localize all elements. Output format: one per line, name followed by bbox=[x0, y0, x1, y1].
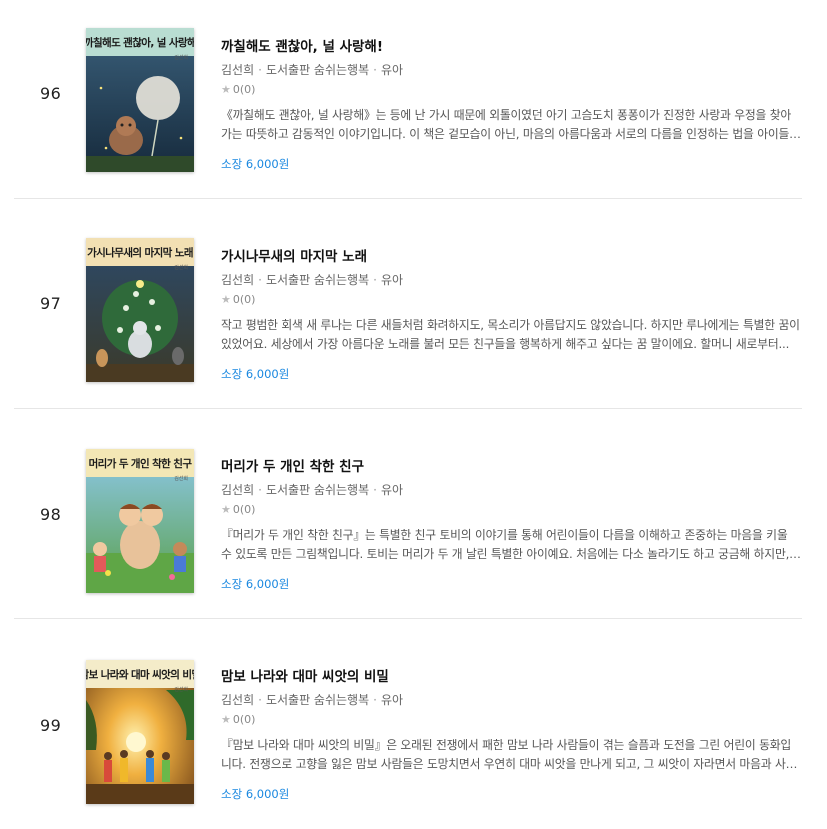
book-description: 《까칠해도 괜찮아, 널 사랑해》는 등에 난 가시 때문에 외톨이였던 아기 … bbox=[221, 108, 800, 141]
rating-value: 0(0) bbox=[232, 83, 256, 96]
cover-title: 가시나무새의 마지막 노래 bbox=[87, 246, 193, 259]
rank-number: 96 bbox=[40, 84, 62, 103]
category-link[interactable]: 유아 bbox=[381, 273, 403, 287]
star-icon: ★ bbox=[221, 503, 231, 516]
list-item: 99 보 나라와 대마 씨앗의 비 김선희 맘보 나라와 대마 씨앗의 비밀 김… bbox=[14, 619, 802, 829]
category-link[interactable]: 유아 bbox=[381, 63, 403, 77]
cover-title: 맘보 나라와 대마 씨앗의 비밀 bbox=[86, 668, 194, 681]
cover-title: 까칠해도 괜찮아, 널 사랑해 bbox=[86, 36, 194, 49]
book-cover[interactable]: 까칠해도 괜찮아, 널 사랑해 김선희 bbox=[86, 28, 194, 172]
book-cover[interactable]: 맘보 나라와 대마 씨앗의 비밀 김선희 bbox=[86, 660, 194, 804]
category-link[interactable]: 유아 bbox=[381, 483, 403, 497]
book-title[interactable]: 까칠해도 괜찮아, 널 사랑해! bbox=[221, 35, 801, 55]
book-info: 맘보 나라와 대마 씨앗의 비밀 김선희 · 도서출판 숨쉬는행복 · 유아 ★ 0(0… bbox=[221, 665, 801, 802]
meta-separator: · bbox=[373, 693, 377, 707]
cover-author: 김선희 bbox=[174, 265, 188, 271]
list-item: 96 까칠해도 괜찮아, 널 사랑해 김선희 까칠해도 괜찮아, 널 사랑해! … bbox=[14, 0, 802, 199]
book-description: 작고 평범한 회색 새 루나는 다른 새들처럼 화려하지도, 목소리가 아름답지… bbox=[221, 318, 800, 351]
rating: ★ 0(0) bbox=[221, 503, 801, 516]
category-link[interactable]: 유아 bbox=[381, 693, 403, 707]
rank-number: 98 bbox=[40, 505, 62, 524]
rank-number: 99 bbox=[40, 716, 62, 735]
book-meta: 김선희 · 도서출판 숨쉬는행복 · 유아 bbox=[221, 481, 801, 498]
rating: ★ 0(0) bbox=[221, 83, 801, 96]
publisher-link[interactable]: 도서출판 숨쉬는행복 bbox=[266, 693, 369, 707]
publisher-link[interactable]: 도서출판 숨쉬는행복 bbox=[266, 483, 369, 497]
publisher-link[interactable]: 도서출판 숨쉬는행복 bbox=[266, 63, 369, 77]
book-cover[interactable]: 가시나무새의 마지막 노래 김선희 bbox=[86, 238, 194, 382]
list-item: 98 머리가 두 개인 착한 친구 김선희 머리가 두 개인 착한 친구 김선희… bbox=[14, 409, 802, 619]
author-link[interactable]: 김선희 bbox=[221, 483, 254, 497]
book-title[interactable]: 머리가 두 개인 착한 친구 bbox=[221, 455, 801, 475]
rating-value: 0(0) bbox=[232, 293, 256, 306]
book-meta: 김선희 · 도서출판 숨쉬는행복 · 유아 bbox=[221, 61, 801, 78]
star-icon: ★ bbox=[221, 293, 231, 306]
price-button[interactable]: 소장 6,000원 bbox=[221, 576, 801, 592]
cover-title: 머리가 두 개인 착한 친구 bbox=[88, 457, 192, 470]
rating: ★ 0(0) bbox=[221, 293, 801, 306]
book-meta: 김선희 · 도서출판 숨쉬는행복 · 유아 bbox=[221, 271, 801, 288]
cover-author: 김선희 bbox=[174, 55, 188, 61]
meta-separator: · bbox=[373, 273, 377, 287]
list-item: 97 가시나무새의 마지막 노래 김선희 가시나무새의 마지막 노래 김선희 ·… bbox=[14, 199, 802, 409]
price-button[interactable]: 소장 6,000원 bbox=[221, 786, 801, 802]
rank-number: 97 bbox=[40, 294, 62, 313]
meta-separator: · bbox=[373, 483, 377, 497]
book-description: 『맘보 나라와 대마 씨앗의 비밀』은 오래된 전쟁에서 패한 맘보 나라 사람… bbox=[221, 738, 797, 771]
meta-separator: · bbox=[258, 273, 262, 287]
cover-author: 김선희 bbox=[174, 476, 188, 482]
book-description: 『머리가 두 개인 착한 친구』는 특별한 친구 토비의 이야기를 통해 어린이… bbox=[221, 528, 790, 561]
meta-separator: · bbox=[373, 63, 377, 77]
rating: ★ 0(0) bbox=[221, 713, 801, 726]
price-button[interactable]: 소장 6,000원 bbox=[221, 366, 801, 382]
star-icon: ★ bbox=[221, 83, 231, 96]
rating-value: 0(0) bbox=[232, 713, 256, 726]
book-title[interactable]: 가시나무새의 마지막 노래 bbox=[221, 245, 801, 265]
meta-separator: · bbox=[258, 483, 262, 497]
book-info: 머리가 두 개인 착한 친구 김선희 · 도서출판 숨쉬는행복 · 유아 ★ 0(0) … bbox=[221, 455, 801, 592]
book-info: 가시나무새의 마지막 노래 김선희 · 도서출판 숨쉬는행복 · 유아 ★ 0(0) 작… bbox=[221, 245, 801, 382]
publisher-link[interactable]: 도서출판 숨쉬는행복 bbox=[266, 273, 369, 287]
author-link[interactable]: 김선희 bbox=[221, 273, 254, 287]
cover-author: 김선희 bbox=[174, 687, 188, 693]
author-link[interactable]: 김선희 bbox=[221, 693, 254, 707]
book-title[interactable]: 맘보 나라와 대마 씨앗의 비밀 bbox=[221, 665, 801, 685]
price-button[interactable]: 소장 6,000원 bbox=[221, 156, 801, 172]
rating-value: 0(0) bbox=[232, 503, 256, 516]
star-icon: ★ bbox=[221, 713, 231, 726]
meta-separator: · bbox=[258, 693, 262, 707]
book-cover[interactable]: 머리가 두 개인 착한 친구 김선희 bbox=[86, 449, 194, 593]
meta-separator: · bbox=[258, 63, 262, 77]
book-info: 까칠해도 괜찮아, 널 사랑해! 김선희 · 도서출판 숨쉬는행복 · 유아 ★ 0(0… bbox=[221, 35, 801, 172]
book-meta: 김선희 · 도서출판 숨쉬는행복 · 유아 bbox=[221, 691, 801, 708]
author-link[interactable]: 김선희 bbox=[221, 63, 254, 77]
